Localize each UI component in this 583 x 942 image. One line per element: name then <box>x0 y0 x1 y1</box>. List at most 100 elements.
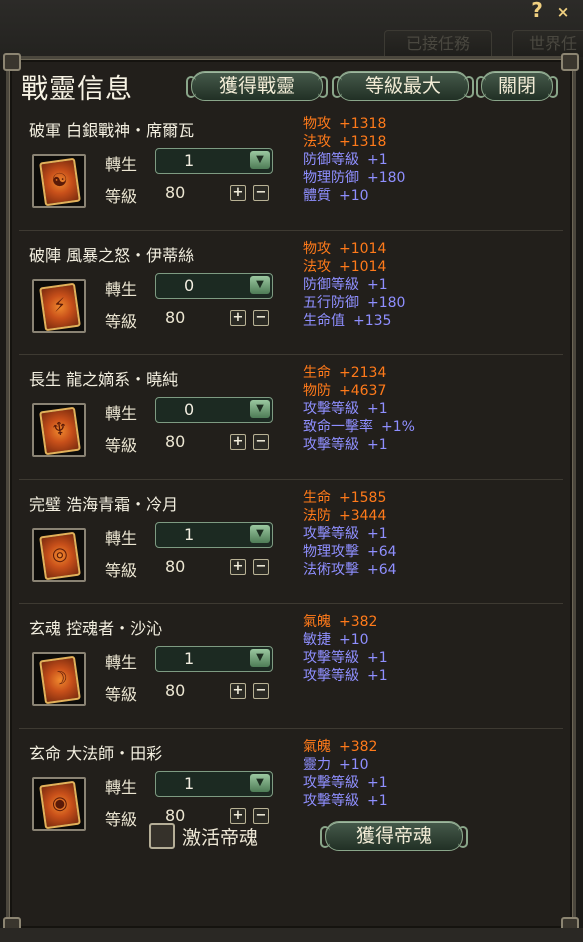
stat-value: +3444 <box>339 507 387 524</box>
level-plus-button[interactable]: + <box>230 185 246 201</box>
rebirth-label: 轉生 <box>105 279 138 299</box>
rebirth-select[interactable]: 0 ▼ <box>155 272 273 299</box>
stat-label: 法攻 <box>303 258 331 275</box>
entry-divider <box>19 229 563 231</box>
level-minus-button[interactable]: − <box>253 807 269 824</box>
rebirth-select[interactable]: 1 ▼ <box>155 521 273 548</box>
level-minus-button[interactable]: − <box>253 309 269 326</box>
stat-value: +10 <box>339 632 369 648</box>
level-plus-button[interactable]: + <box>230 309 246 326</box>
chevron-down-icon[interactable]: ▼ <box>250 151 270 169</box>
rebirth-select[interactable]: 1 ▼ <box>155 770 273 797</box>
close-icon[interactable]: × <box>552 2 574 22</box>
level-value: 80 <box>165 307 186 327</box>
close-button[interactable]: 關閉 <box>476 71 558 101</box>
rebirth-select[interactable]: 1 ▼ <box>155 646 273 672</box>
stat-label: 攻擊等級 <box>303 774 359 791</box>
spirit-card-icon[interactable]: ◉ <box>32 776 86 831</box>
stat-line: 五行防御 +180 <box>303 294 405 312</box>
stat-value: +1 <box>367 437 388 453</box>
stat-value: +1 <box>367 525 388 542</box>
stat-label: 法攻 <box>303 134 331 150</box>
stat-label: 攻擊等級 <box>303 650 359 666</box>
spirit-name: 長生 龍之嫡系・曉純 <box>29 370 179 389</box>
level-plus-button[interactable]: + <box>230 434 246 450</box>
stat-line: 氣魄 +382 <box>303 613 388 631</box>
frame-corner <box>561 53 579 71</box>
panel-title: 戰靈信息 <box>21 74 133 105</box>
obtain-spirit-button[interactable]: 獲得戰靈 <box>186 71 328 101</box>
entry-divider <box>19 727 563 729</box>
spirit-entry: 長生 龍之嫡系・曉純 ♆ 轉生 0 ▼ 等級 80 + − 生命 +2134 物防 +4637 攻擊等級 +… <box>9 360 573 484</box>
rebirth-value: 0 <box>184 275 195 295</box>
chevron-down-icon[interactable]: ▼ <box>250 275 270 294</box>
rebirth-select[interactable]: 1 ▼ <box>155 148 273 174</box>
stat-line: 攻擊等級 +1 <box>303 667 388 685</box>
chevron-down-icon[interactable]: ▼ <box>250 524 270 543</box>
help-icon[interactable]: ? <box>526 0 548 22</box>
max-level-button[interactable]: 等級最大 <box>332 71 474 101</box>
stat-line: 致命一擊率 +1% <box>303 418 415 436</box>
stat-value: +382 <box>339 614 378 630</box>
spirit-entry: 破陣 風暴之怒・伊蒂絲 ⚡ 轉生 0 ▼ 等級 80 + − 物攻 +1014 法攻 +1014 防御等級… <box>9 236 573 360</box>
chevron-down-icon[interactable]: ▼ <box>250 400 270 418</box>
spirit-card-icon[interactable]: ♆ <box>32 403 86 457</box>
level-minus-button[interactable]: − <box>253 434 269 450</box>
stat-label: 物防 <box>303 383 331 399</box>
stat-line: 體質 +10 <box>303 187 405 205</box>
spirit-info-panel: 戰靈信息 獲得戰靈 等級最大 關閉 破軍 白銀戰神・席爾瓦 ☯ 轉生 1 ▼ 等級 80 + −… <box>3 53 579 935</box>
level-minus-button[interactable]: − <box>253 558 269 575</box>
level-plus-button[interactable]: + <box>230 807 246 824</box>
tab-accepted-quests[interactable]: 已接任務 <box>384 30 492 57</box>
level-value: 80 <box>165 681 186 700</box>
level-label: 等級 <box>105 809 138 829</box>
stat-value: +1585 <box>339 489 387 506</box>
level-minus-button[interactable]: − <box>253 185 269 201</box>
level-plus-button[interactable]: + <box>230 683 246 699</box>
entry-divider <box>19 603 563 604</box>
stat-line: 法術攻擊 +64 <box>303 561 397 579</box>
stat-label: 生命 <box>303 489 331 506</box>
chevron-down-icon[interactable]: ▼ <box>250 773 270 792</box>
level-value: 80 <box>165 556 186 576</box>
spirit-entry: 玄命 大法師・田彩 ◉ 轉生 1 ▼ 等級 80 + − 氣魄 +382 靈力 +10 攻擊等級 +1 攻擊等… <box>9 734 573 858</box>
bottom-strip <box>0 928 583 942</box>
top-bar <box>0 0 583 60</box>
rebirth-select[interactable]: 0 ▼ <box>155 397 273 423</box>
stat-line: 生命 +2134 <box>303 364 415 382</box>
stat-list: 物攻 +1318 法攻 +1318 防御等級 +1 物理防御 +180 體質 +10 <box>303 115 405 205</box>
spirit-card-icon[interactable]: ◎ <box>32 527 86 582</box>
spirit-entry: 完璧 浩海青霜・冷月 ◎ 轉生 1 ▼ 等級 80 + − 生命 +1585 法防 +3444 攻擊等級 +… <box>9 485 573 609</box>
chevron-down-icon[interactable]: ▼ <box>250 649 270 667</box>
obtain-emperor-soul-button[interactable]: 獲得帝魂 <box>320 821 468 851</box>
spirit-name: 破陣 風暴之怒・伊蒂絲 <box>29 245 195 265</box>
stat-line: 攻擊等級 +1 <box>303 774 388 792</box>
stat-value: +1318 <box>339 134 387 150</box>
level-value: 80 <box>165 805 186 825</box>
spirit-card-icon[interactable]: ⚡ <box>32 278 86 333</box>
frame-corner <box>3 53 21 71</box>
stat-list: 生命 +2134 物防 +4637 攻擊等級 +1 致命一擊率 +1% 攻擊等級 +1 <box>303 364 415 454</box>
stat-label: 法術攻擊 <box>303 561 359 578</box>
rebirth-label: 轉生 <box>105 404 138 423</box>
stat-label: 物理攻擊 <box>303 543 359 560</box>
level-label: 等級 <box>105 187 138 206</box>
stat-value: +1% <box>381 419 415 435</box>
spirit-card-icon[interactable]: ☯ <box>32 154 86 208</box>
activate-checkbox[interactable] <box>149 823 175 849</box>
stat-value: +2134 <box>339 365 387 381</box>
stat-line: 防御等級 +1 <box>303 151 405 169</box>
stat-label: 生命 <box>303 365 331 381</box>
stat-line: 靈力 +10 <box>303 756 388 774</box>
stat-line: 敏捷 +10 <box>303 631 388 649</box>
stat-label: 體質 <box>303 188 331 204</box>
stat-value: +180 <box>367 170 406 186</box>
stat-list: 氣魄 +382 敏捷 +10 攻擊等級 +1 攻擊等級 +1 <box>303 613 388 685</box>
spirit-card-icon[interactable]: ☽ <box>32 652 86 706</box>
level-plus-button[interactable]: + <box>230 558 246 575</box>
level-minus-button[interactable]: − <box>253 683 269 699</box>
level-label: 等級 <box>105 311 138 331</box>
stat-label: 攻擊等級 <box>303 401 359 417</box>
spirit-name: 完璧 浩海青霜・冷月 <box>29 494 179 514</box>
entry-divider <box>19 354 563 355</box>
